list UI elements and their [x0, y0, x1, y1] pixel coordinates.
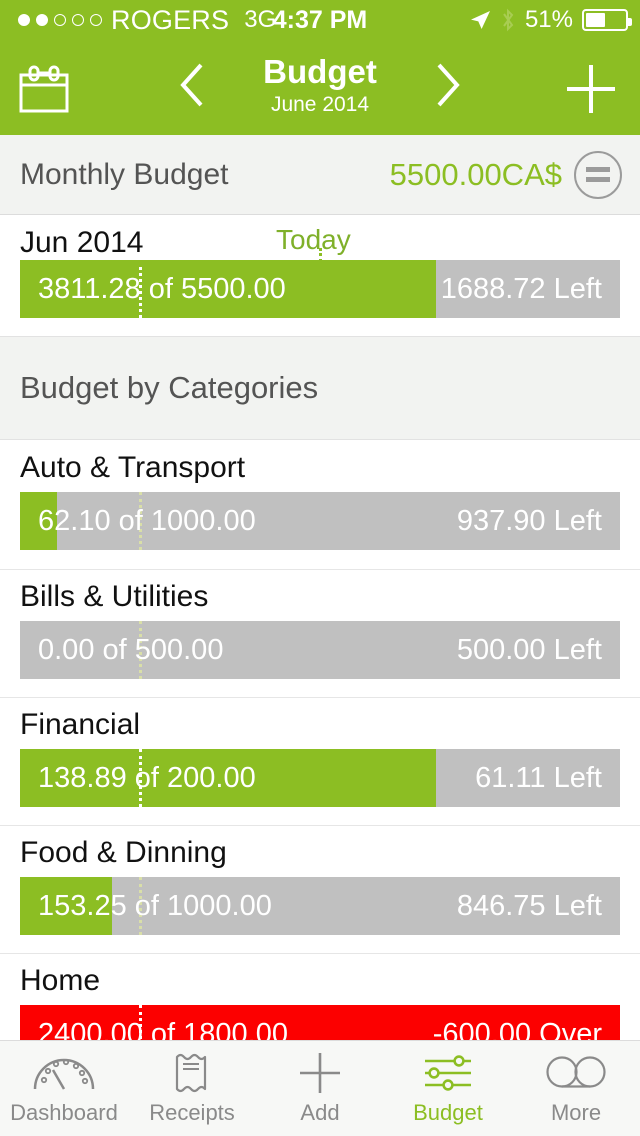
tab-label: Budget	[413, 1099, 483, 1125]
category-spent-text: 62.10 of 1000.00	[38, 504, 256, 537]
category-name: Bills & Utilities	[20, 580, 209, 613]
receipt-icon	[173, 1052, 211, 1094]
tab-more[interactable]: More	[512, 1041, 640, 1136]
nav-title-block: Budget June 2014	[235, 52, 405, 118]
signal-dot	[90, 14, 102, 26]
category-progress-bar[interactable]: 138.89 of 200.00 61.11 Left	[20, 749, 620, 807]
category-name: Financial	[20, 708, 141, 741]
category-spent-text: 153.25 of 1000.00	[38, 889, 272, 922]
category-bar-text: 138.89 of 200.00 61.11 Left	[20, 749, 620, 807]
category-remaining-text: 500.00 Left	[456, 633, 602, 666]
category-bar-text: 0.00 of 500.00 500.00 Left	[20, 621, 620, 679]
tab-add[interactable]: Add	[256, 1041, 384, 1136]
summary-remaining-text: 1688.72 Left	[440, 272, 602, 305]
tab-budget[interactable]: Budget	[384, 1041, 512, 1136]
monthly-budget-right: 5500.00CA$	[389, 150, 640, 199]
budget-app-screen: ROGERS 3G 4:37 PM 51% Budget June 2014 M…	[0, 0, 640, 1136]
tab-receipts[interactable]: Receipts	[128, 1041, 256, 1136]
signal-dot	[72, 14, 84, 26]
page-subtitle: June 2014	[270, 93, 370, 116]
category-spent-text: 138.89 of 200.00	[38, 761, 256, 794]
tab-label: Receipts	[149, 1099, 235, 1125]
category-bar-text: 62.10 of 1000.00 937.90 Left	[20, 492, 620, 550]
equals-menu-icon[interactable]	[574, 150, 622, 199]
category-bar-text: 2400.00 of 1800.00 -600.00 Over	[20, 1005, 620, 1042]
tab-bar: Dashboard Receipts Add Budget More	[0, 1040, 640, 1136]
month-navigator: Budget June 2014	[175, 52, 465, 118]
gauge-icon	[32, 1052, 96, 1094]
category-row[interactable]: Food & Dinning 153.25 of 1000.00 846.75 Le…	[0, 825, 640, 953]
category-progress-bar[interactable]: 2400.00 of 1800.00 -600.00 Over	[20, 1005, 620, 1041]
category-name: Auto & Transport	[20, 451, 246, 484]
categories-header-label: Budget by Categories	[20, 370, 319, 405]
category-row[interactable]: Bills & Utilities 0.00 of 500.00 500.00 Le…	[0, 569, 640, 697]
category-progress-bar[interactable]: 0.00 of 500.00 500.00 Left	[20, 621, 620, 679]
sliders-icon	[423, 1052, 473, 1094]
tab-dashboard[interactable]: Dashboard	[0, 1041, 128, 1136]
category-spent-text: 2400.00 of 1800.00	[38, 1017, 288, 1042]
category-bar-text: 153.25 of 1000.00 846.75 Left	[20, 877, 620, 935]
signal-dot	[36, 14, 48, 26]
category-row[interactable]: Home 2400.00 of 1800.00 -600.00 Over	[0, 953, 640, 1041]
summary-progress-bar[interactable]: 3811.28 of 5500.00 1688.72 Left	[20, 260, 620, 318]
monthly-budget-row[interactable]: Monthly Budget 5500.00CA$	[0, 135, 640, 215]
network-type: 3G	[244, 6, 277, 33]
summary-month-label: Jun 2014	[20, 226, 144, 259]
carrier-name: ROGERS	[111, 4, 230, 35]
today-connector-tick	[319, 248, 322, 262]
category-name: Home	[20, 964, 101, 997]
status-bar-right: 51%	[469, 6, 632, 34]
signal-dot	[54, 14, 66, 26]
category-remaining-text: 937.90 Left	[456, 504, 602, 537]
chevron-left-icon[interactable]	[175, 59, 209, 111]
category-remaining-text: -600.00 Over	[432, 1017, 602, 1042]
today-connector-line	[139, 260, 320, 263]
circles-icon	[545, 1052, 607, 1094]
budget-summary: Jun 2014 Today 3811.28 of 5500.00 1688.7…	[0, 216, 640, 336]
signal-dot	[18, 14, 30, 26]
calendar-icon[interactable]	[18, 64, 70, 114]
battery-icon	[582, 9, 632, 31]
bluetooth-icon	[500, 8, 516, 32]
monthly-budget-amount: 5500.00CA$	[389, 156, 562, 192]
category-name: Food & Dinning	[20, 836, 227, 869]
battery-percent-label: 51%	[524, 6, 573, 33]
category-remaining-text: 61.11 Left	[475, 761, 602, 794]
category-spent-text: 0.00 of 500.00	[38, 633, 224, 666]
navigation-bar: Budget June 2014	[0, 40, 640, 135]
today-label: Today	[276, 224, 351, 255]
monthly-budget-label: Monthly Budget	[20, 157, 229, 191]
category-progress-bar[interactable]: 62.10 of 1000.00 937.90 Left	[20, 492, 620, 550]
categories-list[interactable]: Auto & Transport 62.10 of 1000.00 937.90 L…	[0, 441, 640, 1041]
page-title: Budget	[263, 53, 377, 90]
category-row[interactable]: Auto & Transport 62.10 of 1000.00 937.90 L…	[0, 441, 640, 569]
category-row[interactable]: Financial 138.89 of 200.00 61.11 Left	[0, 697, 640, 825]
tab-label: Add	[300, 1099, 340, 1125]
tab-label: More	[550, 1099, 602, 1125]
signal-strength-dots	[18, 14, 102, 26]
tab-label: Dashboard	[10, 1099, 118, 1125]
status-bar-clock: 4:37 PM	[272, 5, 368, 34]
plus-icon	[298, 1052, 342, 1094]
location-arrow-icon	[469, 9, 491, 31]
chevron-right-icon[interactable]	[431, 59, 465, 111]
category-remaining-text: 846.75 Left	[456, 889, 602, 922]
categories-section-header: Budget by Categories	[0, 336, 640, 440]
status-bar-left: ROGERS 3G	[0, 5, 276, 36]
summary-bar-text: 3811.28 of 5500.00 1688.72 Left	[20, 260, 620, 318]
status-bar: ROGERS 3G 4:37 PM 51%	[0, 0, 640, 40]
summary-spent-text: 3811.28 of 5500.00	[38, 272, 286, 305]
category-progress-bar[interactable]: 153.25 of 1000.00 846.75 Left	[20, 877, 620, 935]
add-button[interactable]	[564, 62, 618, 116]
